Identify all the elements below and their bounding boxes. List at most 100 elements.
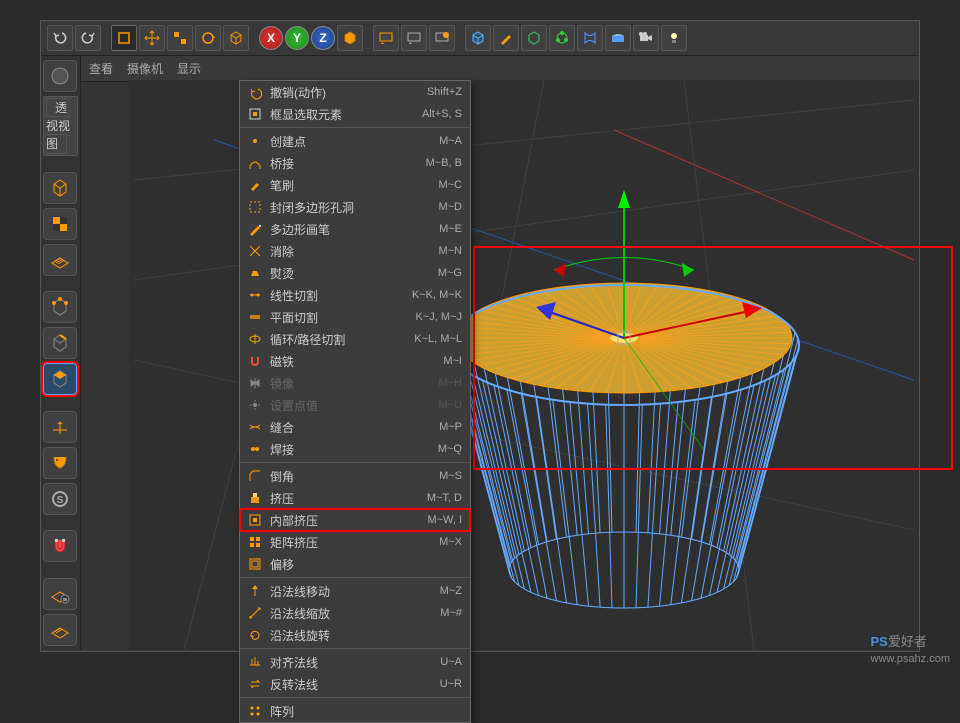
menu-item-label: 挤压	[270, 490, 421, 507]
light-tool[interactable]	[661, 25, 687, 51]
tweak-mode[interactable]	[43, 447, 77, 479]
menu-item-iron[interactable]: 熨烫M~G	[240, 262, 470, 284]
mirror-icon	[246, 375, 264, 391]
menu-item-offset[interactable]: 偏移	[240, 553, 470, 575]
edge-mode[interactable]	[43, 327, 77, 359]
menu-item-label: 熨烫	[270, 265, 432, 282]
menu-item-planecut[interactable]: 平面切割K~J, M~J	[240, 306, 470, 328]
primitive-cube[interactable]	[465, 25, 491, 51]
locked-workplane[interactable]	[43, 578, 77, 610]
menu-item-shortcut: U~R	[440, 678, 462, 690]
menu-item-extrude[interactable]: 挤压M~T, D	[240, 487, 470, 509]
axis-z-toggle[interactable]: Z	[311, 26, 335, 50]
model-mode[interactable]	[43, 172, 77, 204]
menu-item-shortcut: M~N	[438, 245, 462, 257]
menu-item-label: 内部挤压	[270, 512, 421, 529]
view-label: 透视视图	[43, 96, 78, 156]
menu-item-loopcut[interactable]: 循环/路径切割K~L, M~L	[240, 328, 470, 350]
render-settings[interactable]	[429, 25, 455, 51]
menu-item-shortcut: M~E	[439, 223, 462, 235]
render-view[interactable]	[373, 25, 399, 51]
viewport-menubar: 查看 摄像机 显示	[81, 56, 919, 82]
menu-item-nmove[interactable]: 沿法线移动M~Z	[240, 580, 470, 602]
magnet-icon	[246, 353, 264, 369]
setpt-icon	[246, 397, 264, 413]
menu-item-label: 缝合	[270, 419, 433, 436]
menu-item-point[interactable]: 创建点M~A	[240, 130, 470, 152]
frame-icon	[246, 106, 264, 122]
menu-item-stitch[interactable]: 缝合M~P	[240, 416, 470, 438]
snap-mode[interactable]: S	[43, 483, 77, 515]
axis-y-toggle[interactable]: Y	[285, 26, 309, 50]
menu-item-shortcut: M~W, I	[427, 514, 462, 526]
offset-icon	[246, 556, 264, 572]
world-toggle[interactable]	[337, 25, 363, 51]
point-mode[interactable]	[43, 291, 77, 323]
polygon-mode[interactable]	[43, 363, 77, 395]
move-tool[interactable]	[139, 25, 165, 51]
menu-item-shortcut: Alt+S, S	[422, 108, 462, 120]
menu-item-shortcut: K~L, M~L	[414, 333, 462, 345]
menu-item-shortcut: M~Q	[438, 443, 462, 455]
iron-icon	[246, 265, 264, 281]
workplane-align[interactable]	[43, 614, 77, 646]
render-pict[interactable]	[401, 25, 427, 51]
menu-item-brush[interactable]: 笔刷M~C	[240, 174, 470, 196]
camera-menu[interactable]: 摄像机	[127, 60, 163, 77]
deformer-tool[interactable]	[577, 25, 603, 51]
menu-item-frame[interactable]: 框显选取元素Alt+S, S	[240, 103, 470, 125]
texture-mode[interactable]	[43, 208, 77, 240]
display-menu[interactable]: 显示	[177, 60, 201, 77]
scale-tool[interactable]	[167, 25, 193, 51]
menu-item-label: 磁铁	[270, 353, 437, 370]
undo-button[interactable]	[47, 25, 73, 51]
menu-item-align[interactable]: 对齐法线U~A	[240, 651, 470, 673]
menu-item-dissolve[interactable]: 消除M~N	[240, 240, 470, 262]
rotate-tool[interactable]	[195, 25, 221, 51]
menu-item-magnet[interactable]: 磁铁M~I	[240, 350, 470, 372]
menu-item-linecut[interactable]: 线性切割K~K, M~K	[240, 284, 470, 306]
menu-item-nrotate[interactable]: 沿法线旋转	[240, 624, 470, 646]
magnet-snap[interactable]	[43, 530, 77, 562]
tool-cube[interactable]	[223, 25, 249, 51]
axis-x-toggle[interactable]: X	[259, 26, 283, 50]
svg-text:S: S	[57, 495, 64, 506]
menu-item-label: 线性切割	[270, 287, 406, 304]
menu-item-undo[interactable]: 撤销(动作)Shift+Z	[240, 81, 470, 103]
nmove-icon	[246, 583, 264, 599]
view-menu[interactable]: 查看	[89, 60, 113, 77]
menu-item-array[interactable]: 阵列	[240, 700, 470, 722]
workplane-mode[interactable]	[43, 244, 77, 276]
editable-icon[interactable]	[43, 60, 77, 92]
select-tool[interactable]	[111, 25, 137, 51]
pen-tool[interactable]	[493, 25, 519, 51]
menu-item-label: 设置点值	[270, 397, 432, 414]
nurbs-tool[interactable]	[521, 25, 547, 51]
nscale-icon	[246, 605, 264, 621]
camera-tool[interactable]	[633, 25, 659, 51]
close-icon	[246, 199, 264, 215]
menu-item-label: 偏移	[270, 556, 456, 573]
planecut-icon	[246, 309, 264, 325]
mograph-tool[interactable]	[549, 25, 575, 51]
environment-tool[interactable]	[605, 25, 631, 51]
menu-item-innerext[interactable]: 内部挤压 M~W, I	[240, 509, 470, 531]
menu-item-label: 阵列	[270, 703, 456, 720]
menu-item-shortcut: M~A	[439, 135, 462, 147]
menu-item-label: 沿法线移动	[270, 583, 434, 600]
menu-item-label: 多边形画笔	[270, 221, 433, 238]
dissolve-icon	[246, 243, 264, 259]
linecut-icon	[246, 287, 264, 303]
redo-button[interactable]	[75, 25, 101, 51]
menu-item-matrixext[interactable]: 矩阵挤压M~X	[240, 531, 470, 553]
axis-mode[interactable]	[43, 411, 77, 443]
menu-item-close[interactable]: 封闭多边形孔洞M~D	[240, 196, 470, 218]
menu-item-shortcut: M~H	[438, 377, 462, 389]
menu-item-label: 反转法线	[270, 676, 434, 693]
menu-item-weld[interactable]: 焊接M~Q	[240, 438, 470, 460]
menu-item-reverse[interactable]: 反转法线 U~R	[240, 673, 470, 695]
menu-item-bevel[interactable]: 倒角M~S	[240, 465, 470, 487]
menu-item-polypen[interactable]: 多边形画笔 M~E	[240, 218, 470, 240]
menu-item-nscale[interactable]: 沿法线缩放M~#	[240, 602, 470, 624]
menu-item-bridge[interactable]: 桥接M~B, B	[240, 152, 470, 174]
